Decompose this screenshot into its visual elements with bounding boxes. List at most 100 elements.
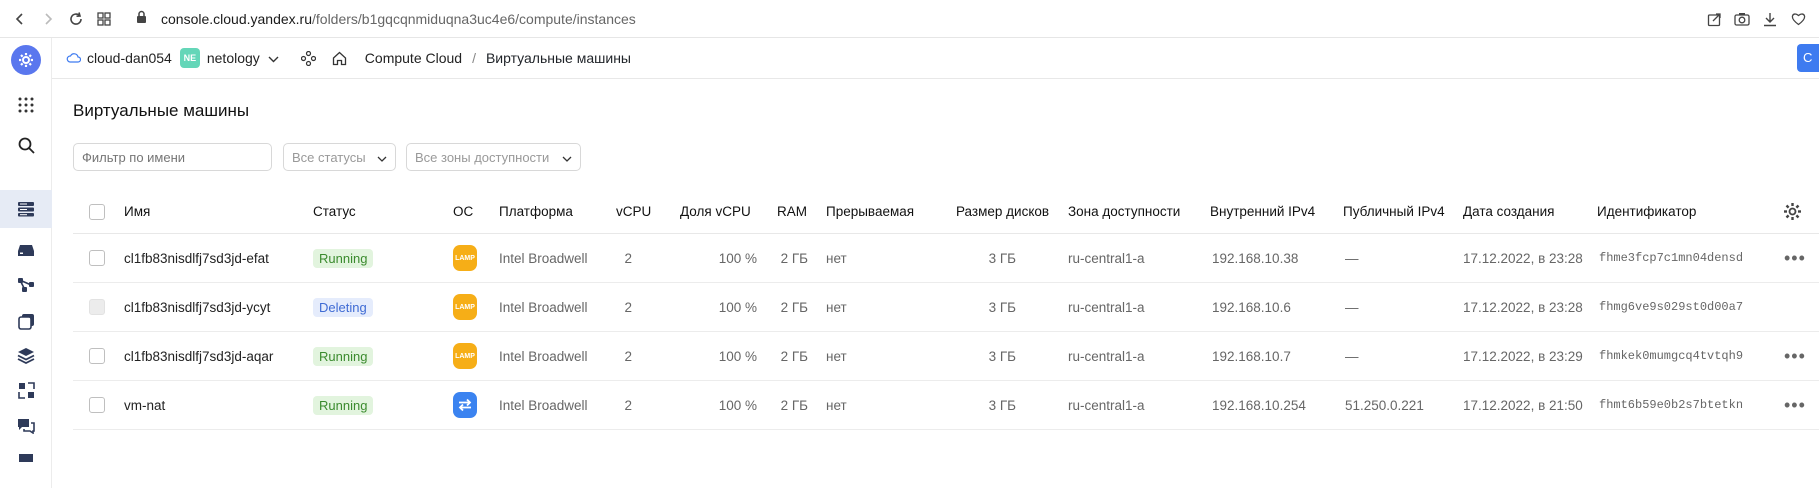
search-icon[interactable] bbox=[0, 126, 52, 164]
status-badge: Deleting bbox=[313, 297, 373, 317]
table-row[interactable]: vm-nat Running Intel Broadwell 2 100 % 2 ГБ не… bbox=[73, 381, 1819, 430]
col-zone[interactable]: Зона доступности bbox=[1068, 190, 1180, 233]
disk-size-cell: 3 ГБ bbox=[988, 299, 1016, 315]
col-id[interactable]: Идентификатор bbox=[1597, 190, 1696, 233]
preemptible-cell: нет bbox=[826, 397, 847, 413]
breadcrumb-current: Виртуальные машины bbox=[485, 50, 631, 66]
table-settings-gear-icon[interactable] bbox=[1783, 190, 1802, 233]
storage-icon[interactable] bbox=[0, 231, 52, 269]
more-service-icon[interactable] bbox=[0, 448, 52, 462]
vm-id-cell[interactable]: fhmg6ve9s029st0d00a7 bbox=[1599, 283, 1743, 331]
download-icon[interactable] bbox=[1759, 8, 1781, 30]
lamp-os-icon: LAMP bbox=[453, 343, 477, 369]
console-header: cloud-dan054 NE netology Compute Cloud /… bbox=[52, 38, 1819, 79]
vm-name[interactable]: vm-nat bbox=[124, 381, 165, 429]
zone-cell: ru-central1-a bbox=[1068, 299, 1145, 315]
images-icon[interactable] bbox=[0, 302, 52, 340]
vm-id-cell[interactable]: fhmt6b59e0b2s7btetkn bbox=[1599, 381, 1743, 429]
status-filter-value: Все статусы bbox=[292, 149, 366, 165]
camera-icon[interactable] bbox=[1731, 8, 1753, 30]
lamp-os-icon: LAMP bbox=[453, 294, 477, 320]
create-button[interactable]: С bbox=[1797, 44, 1819, 72]
apps-grid-icon[interactable] bbox=[0, 86, 52, 124]
snapshot-icon[interactable] bbox=[0, 371, 52, 409]
chevron-down-icon[interactable] bbox=[268, 50, 279, 66]
public-ip-cell: 51.250.0.221 bbox=[1345, 397, 1424, 413]
zone-filter-value: Все зоны доступности bbox=[415, 149, 550, 165]
table-row[interactable]: cl1fb83nisdlfj7sd3jd-efat Running LAMP Inte… bbox=[73, 234, 1819, 283]
vcpu-cell: 2 bbox=[624, 348, 632, 364]
row-menu-button[interactable]: ••• bbox=[1784, 234, 1806, 282]
console-logo[interactable] bbox=[0, 41, 52, 79]
zone-cell: ru-central1-a bbox=[1068, 348, 1145, 364]
folder-name[interactable]: netology bbox=[207, 50, 260, 66]
chat-icon[interactable] bbox=[0, 407, 52, 445]
row-checkbox[interactable] bbox=[89, 299, 105, 315]
reload-icon[interactable] bbox=[62, 5, 90, 33]
col-vcpu[interactable]: vCPU bbox=[616, 190, 651, 233]
tabs-grid-icon[interactable] bbox=[90, 5, 118, 33]
col-public-ip[interactable]: Публичный IPv4 bbox=[1343, 190, 1445, 233]
zone-filter-select[interactable]: Все зоны доступности bbox=[406, 143, 581, 171]
table-row[interactable]: cl1fb83nisdlfj7sd3jd-ycyt Deleting LAMP Int… bbox=[73, 283, 1819, 332]
platform-cell: Intel Broadwell bbox=[499, 397, 588, 413]
ram-cell: 2 ГБ bbox=[780, 397, 808, 413]
services-icon[interactable] bbox=[300, 50, 316, 66]
row-checkbox[interactable] bbox=[89, 250, 105, 266]
compute-icon[interactable] bbox=[0, 190, 52, 228]
col-ram[interactable]: RAM bbox=[777, 190, 807, 233]
col-status[interactable]: Статус bbox=[313, 190, 356, 233]
row-menu-button[interactable]: ••• bbox=[1784, 381, 1806, 429]
zone-cell: ru-central1-a bbox=[1068, 250, 1145, 266]
forward-icon[interactable] bbox=[34, 5, 62, 33]
public-ip-cell: — bbox=[1345, 299, 1359, 315]
heart-icon[interactable] bbox=[1787, 8, 1809, 30]
name-filter-input[interactable] bbox=[73, 143, 272, 171]
preemptible-cell: нет bbox=[826, 348, 847, 364]
select-all-checkbox[interactable] bbox=[89, 203, 105, 220]
vm-id-cell[interactable]: fhmkek0mumgcq4tvtqh9 bbox=[1599, 332, 1743, 380]
disk-size-cell: 3 ГБ bbox=[988, 397, 1016, 413]
col-name[interactable]: Имя bbox=[124, 190, 150, 233]
network-icon[interactable] bbox=[0, 266, 52, 304]
vm-name[interactable]: cl1fb83nisdlfj7sd3jd-ycyt bbox=[124, 283, 270, 331]
col-internal-ip[interactable]: Внутренний IPv4 bbox=[1210, 190, 1315, 233]
breadcrumb-separator: / bbox=[472, 50, 476, 66]
col-disk-size[interactable]: Размер дисков bbox=[956, 190, 1049, 233]
home-icon[interactable] bbox=[332, 51, 347, 66]
address-bar[interactable]: console.cloud.yandex.ru/folders/b1gqcqnm… bbox=[136, 10, 636, 27]
col-preemptible[interactable]: Прерываемая bbox=[826, 190, 914, 233]
table-row[interactable]: cl1fb83nisdlfj7sd3jd-aqar Running LAMP Inte… bbox=[73, 332, 1819, 381]
row-checkbox[interactable] bbox=[89, 397, 105, 413]
vcpu-share-cell: 100 % bbox=[718, 250, 757, 266]
ram-cell: 2 ГБ bbox=[780, 348, 808, 364]
row-checkbox[interactable] bbox=[89, 348, 105, 364]
table-header: Имя Статус ОС Платформа vCPU Доля vCPU R… bbox=[73, 190, 1819, 234]
disk-size-cell: 3 ГБ bbox=[988, 348, 1016, 364]
preemptible-cell: нет bbox=[826, 250, 847, 266]
vcpu-cell: 2 bbox=[624, 250, 632, 266]
share-icon[interactable] bbox=[1703, 8, 1725, 30]
vm-name[interactable]: cl1fb83nisdlfj7sd3jd-aqar bbox=[124, 332, 273, 380]
internal-ip-cell: 192.168.10.6 bbox=[1212, 299, 1291, 315]
back-icon[interactable] bbox=[6, 5, 34, 33]
col-platform[interactable]: Платформа bbox=[499, 190, 573, 233]
layers-icon[interactable] bbox=[0, 336, 52, 374]
breadcrumb-service[interactable]: Compute Cloud bbox=[365, 50, 462, 66]
vm-id-cell[interactable]: fhme3fcp7c1mn04densd bbox=[1599, 234, 1743, 282]
preemptible-cell: нет bbox=[826, 299, 847, 315]
col-created[interactable]: Дата создания bbox=[1463, 190, 1555, 233]
browser-toolbar: console.cloud.yandex.ru/folders/b1gqcqnm… bbox=[0, 0, 1819, 38]
internal-ip-cell: 192.168.10.7 bbox=[1212, 348, 1291, 364]
ram-cell: 2 ГБ bbox=[780, 250, 808, 266]
col-vcpu-share[interactable]: Доля vCPU bbox=[680, 190, 751, 233]
status-badge: Running bbox=[313, 346, 374, 366]
status-filter-select[interactable]: Все статусы bbox=[283, 143, 396, 171]
cloud-selector[interactable]: cloud-dan054 bbox=[66, 50, 172, 66]
vm-name[interactable]: cl1fb83nisdlfj7sd3jd-efat bbox=[124, 234, 269, 282]
vcpu-share-cell: 100 % bbox=[718, 299, 757, 315]
status-badge: Running bbox=[313, 248, 374, 268]
row-menu-button[interactable]: ••• bbox=[1784, 332, 1806, 380]
col-os[interactable]: ОС bbox=[453, 190, 473, 233]
cloud-name: cloud-dan054 bbox=[87, 50, 172, 66]
